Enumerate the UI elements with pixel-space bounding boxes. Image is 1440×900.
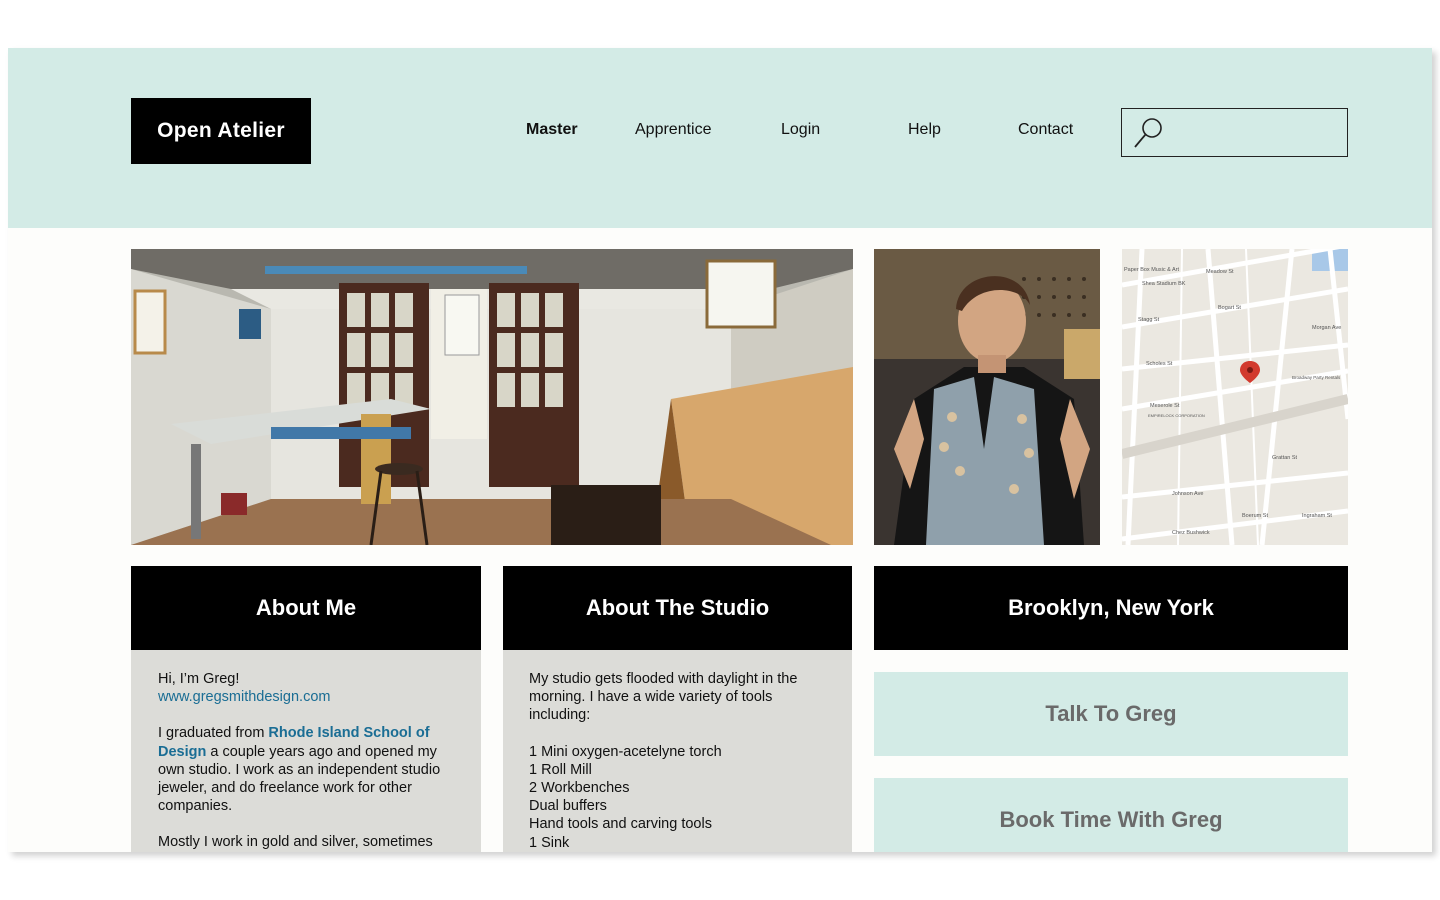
map-label: Johnson Ave: [1172, 491, 1203, 497]
search-input[interactable]: [1174, 117, 1339, 149]
about-studio-panel: My studio gets flooded with daylight in …: [503, 650, 852, 852]
map-label: Boerum St: [1242, 513, 1268, 519]
tool-item: Dual buffers: [529, 798, 607, 815]
book-time-button[interactable]: Book Time With Greg: [874, 778, 1348, 852]
studio-photo: [131, 249, 853, 545]
map-label: Shea Stadium BK: [1142, 281, 1186, 287]
nav-help[interactable]: Help: [908, 121, 941, 139]
page-frame: Open Atelier Master Apprentice Login Hel…: [8, 48, 1432, 852]
map-label: Broadway Party Rentals: [1292, 375, 1341, 380]
tool-item: 1 Mini oxygen-acetelyne torch: [529, 743, 722, 760]
about-me-greeting: Hi, I’m Greg!: [158, 671, 240, 687]
map-label: Meserole St: [1150, 403, 1180, 409]
nav-contact[interactable]: Contact: [1018, 121, 1073, 139]
map-label: EMPIRELOCK CORPORATION: [1148, 413, 1205, 418]
search-icon[interactable]: [1132, 115, 1166, 151]
greg-photo: [874, 249, 1100, 545]
website-link[interactable]: www.gregsmithdesign.com: [158, 689, 330, 705]
about-me-panel: Hi, I’m Greg! www.gregsmithdesign.com I …: [131, 650, 481, 852]
nav-login[interactable]: Login: [781, 121, 820, 139]
about-studio-heading: About The Studio: [503, 566, 852, 650]
studio-intro: My studio gets flooded with daylight in …: [529, 671, 798, 724]
about-me-text: Mostly I work in gold and silver, someti…: [158, 834, 433, 851]
nav-master[interactable]: Master: [526, 121, 578, 139]
talk-to-greg-button[interactable]: Talk To Greg: [874, 672, 1348, 756]
map-label: Paper Box Music & Art: [1124, 267, 1179, 273]
map-label: Ingraham St: [1302, 513, 1332, 519]
map-label: Chez Bushwick: [1172, 530, 1210, 536]
nav-apprentice[interactable]: Apprentice: [635, 121, 712, 139]
about-me-heading: About Me: [131, 566, 481, 650]
location-heading: Brooklyn, New York: [874, 566, 1348, 650]
map-label: Grattan St: [1272, 455, 1298, 461]
site-header: Open Atelier Master Apprentice Login Hel…: [8, 48, 1432, 228]
map-label: Stagg St: [1138, 317, 1160, 323]
map-label: Morgan Ave: [1312, 325, 1341, 331]
tool-item: 1 Roll Mill: [529, 761, 592, 778]
about-me-text: I graduated from: [158, 725, 269, 742]
tool-item: 2 Workbenches: [529, 780, 630, 797]
map-label: Bogart St: [1218, 305, 1241, 311]
search-box[interactable]: [1121, 108, 1348, 157]
site-logo[interactable]: Open Atelier: [131, 98, 311, 164]
map-label: Scholes St: [1146, 361, 1173, 367]
location-map[interactable]: Paper Box Music & Art Shea Stadium BK Me…: [1122, 249, 1348, 545]
map-label: Meadow St: [1206, 269, 1234, 275]
tool-item: Hand tools and carving tools: [529, 816, 712, 833]
tool-list: 1 Mini oxygen-acetelyne torch 1 Roll Mil…: [529, 743, 824, 852]
tool-item: 1 Sink: [529, 834, 570, 851]
